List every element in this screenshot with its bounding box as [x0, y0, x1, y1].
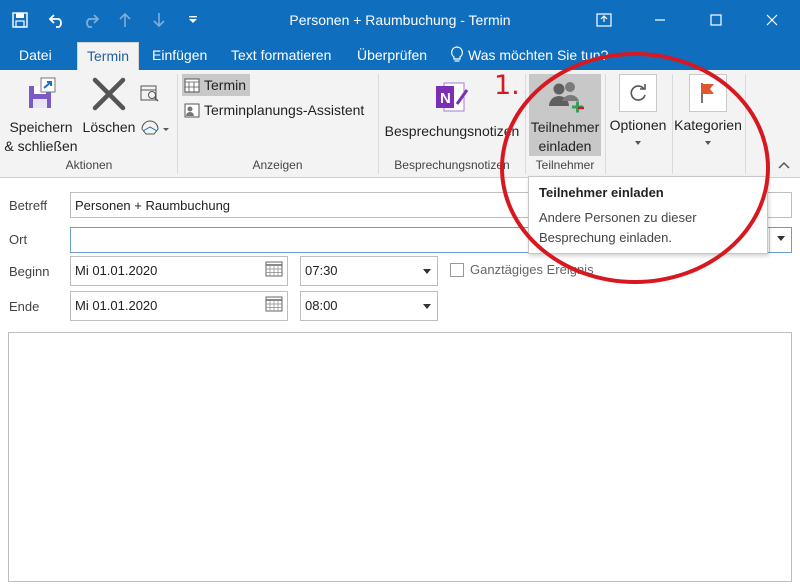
onenote-icon: N — [436, 82, 469, 112]
tab-einfuegen[interactable]: Einfügen — [143, 40, 216, 70]
annotation-circle — [500, 52, 770, 284]
save-close-label-2: & schließen — [4, 138, 78, 154]
end-time-select[interactable]: 08:00 — [300, 291, 438, 321]
customize-qat-icon[interactable] — [176, 0, 210, 40]
quick-access-toolbar — [0, 0, 210, 40]
chevron-down-icon — [423, 304, 431, 309]
end-date-input[interactable]: Mi 01.01.2020 — [70, 291, 288, 321]
betreff-label: Betreff — [9, 198, 48, 213]
svg-text:N: N — [440, 90, 451, 107]
calendar-picker-icon[interactable] — [265, 261, 283, 277]
calendar-picker-icon[interactable] — [265, 296, 283, 312]
appointment-body-editor[interactable] — [8, 332, 792, 582]
ribbon-display-options-icon[interactable] — [576, 0, 632, 40]
calendar-icon — [184, 78, 200, 93]
lightbulb-icon — [451, 46, 463, 62]
beginn-label: Beginn — [9, 264, 50, 279]
termin-view-label: Termin — [204, 77, 247, 93]
group-label-anzeigen: Anzeigen — [252, 158, 303, 172]
start-time-select[interactable]: 07:30 — [300, 256, 438, 286]
chevron-down-icon — [423, 269, 431, 274]
close-icon[interactable] — [744, 0, 800, 40]
save-close-icon — [29, 77, 56, 108]
ende-label: Ende — [9, 299, 40, 314]
meeting-notes-label: Besprechungsnotizen — [384, 123, 520, 139]
scheduling-assistant-button[interactable]: Terminplanungs-Assistent — [184, 99, 364, 121]
end-date-value: Mi 01.01.2020 — [75, 298, 158, 313]
undo-icon[interactable] — [40, 0, 74, 40]
window-title: Personen + Raumbuchung - Termin — [289, 12, 511, 28]
start-date-value: Mi 01.01.2020 — [75, 263, 158, 278]
maximize-icon[interactable] — [688, 0, 744, 40]
start-date-input[interactable]: Mi 01.01.2020 — [70, 256, 288, 286]
chevron-down-icon — [777, 236, 785, 241]
all-day-checkbox[interactable] — [450, 262, 464, 277]
annotation-step-number: 1. — [494, 70, 520, 101]
down-arrow-icon[interactable] — [142, 0, 176, 40]
calendar-view-icon[interactable] — [140, 84, 160, 105]
tab-datei[interactable]: Datei — [10, 40, 61, 70]
group-separator — [378, 74, 379, 174]
minimize-icon[interactable] — [632, 0, 688, 40]
group-separator — [177, 74, 178, 174]
group-label-aktionen: Aktionen — [65, 158, 113, 172]
save-close-button[interactable]: Speichern & schließen — [4, 76, 78, 156]
ort-label: Ort — [9, 232, 28, 247]
tab-text-formatieren[interactable]: Text formatieren — [222, 40, 340, 70]
start-time-value: 07:30 — [305, 263, 338, 278]
save-icon[interactable] — [0, 0, 40, 40]
delete-x-icon — [92, 77, 126, 111]
end-time-value: 08:00 — [305, 298, 338, 313]
tab-ueberpruefen[interactable]: Überprüfen — [348, 40, 436, 70]
save-close-label-1: Speichern — [9, 119, 73, 135]
redo-icon[interactable] — [74, 0, 108, 40]
termin-view-button[interactable]: Termin — [182, 74, 251, 96]
scheduling-assistant-label: Terminplanungs-Assistent — [204, 102, 365, 118]
delete-label: Löschen — [82, 119, 136, 135]
location-dropdown[interactable] — [769, 228, 791, 252]
forward-meeting-icon[interactable] — [140, 120, 170, 141]
up-arrow-icon[interactable] — [108, 0, 142, 40]
window-controls — [576, 0, 800, 40]
tab-termin[interactable]: Termin — [77, 42, 140, 72]
collapse-ribbon-icon[interactable] — [778, 158, 790, 172]
title-bar: Personen + Raumbuchung - Termin — [0, 0, 800, 40]
delete-button[interactable]: Löschen — [80, 76, 138, 137]
scheduling-assistant-icon — [184, 103, 200, 118]
